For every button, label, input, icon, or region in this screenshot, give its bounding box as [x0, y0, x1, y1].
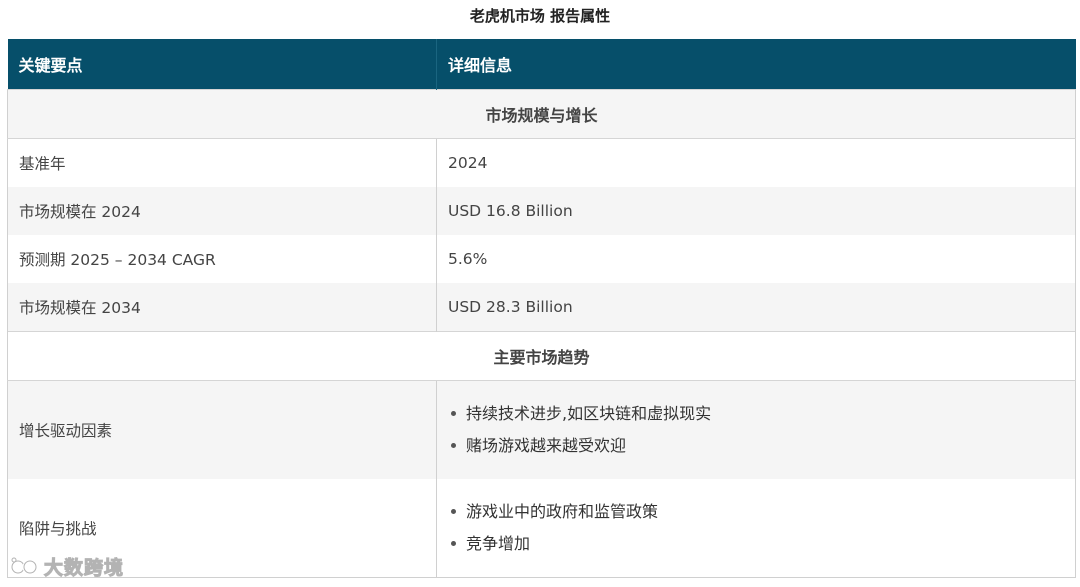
table-header-row: 关键要点 详细信息 [7, 39, 1076, 90]
row-value-list: 持续技术进步,如区块链和虚拟现实 赌场游戏越来越受欢迎 [436, 380, 1076, 479]
list-item: 赌场游戏越来越受欢迎 [451, 430, 1064, 462]
table-row: 市场规模在 2024 USD 16.8 Billion [7, 187, 1076, 235]
row-key: 市场规模在 2034 [7, 283, 437, 332]
section-header-row: 市场规模与增长 [7, 89, 1076, 139]
brand-logo-icon [10, 557, 38, 574]
section-header-row: 主要市场趋势 [7, 331, 1076, 381]
row-key: 预测期 2025 – 2034 CAGR [7, 235, 437, 283]
bullet-list: 游戏业中的政府和监管政策 竞争增加 [448, 496, 1064, 560]
table-row: 市场规模在 2034 USD 28.3 Billion [7, 283, 1076, 332]
row-value: USD 16.8 Billion [436, 187, 1076, 235]
section-heading-market-size: 市场规模与增长 [7, 89, 1076, 139]
row-key: 市场规模在 2024 [7, 187, 437, 235]
table-row: 增长驱动因素 持续技术进步,如区块链和虚拟现实 赌场游戏越来越受欢迎 [7, 380, 1076, 479]
row-key: 增长驱动因素 [7, 380, 437, 479]
column-header-details: 详细信息 [436, 39, 1076, 90]
page-title: 老虎机市场 报告属性 [469, 7, 611, 25]
bullet-list: 持续技术进步,如区块链和虚拟现实 赌场游戏越来越受欢迎 [448, 398, 1064, 462]
watermark: 大数跨境 [10, 553, 124, 580]
row-value-list: 游戏业中的政府和监管政策 竞争增加 [436, 479, 1076, 578]
row-value: USD 28.3 Billion [436, 283, 1076, 332]
watermark-text: 大数跨境 [43, 557, 125, 580]
list-item: 游戏业中的政府和监管政策 [451, 496, 1064, 528]
list-item: 竞争增加 [451, 528, 1064, 560]
row-key: 基准年 [7, 138, 437, 187]
table-row: 基准年 2024 [7, 138, 1076, 187]
row-value: 2024 [436, 138, 1076, 187]
list-item: 持续技术进步,如区块链和虚拟现实 [451, 398, 1064, 430]
table-row: 陷阱与挑战 游戏业中的政府和监管政策 竞争增加 [7, 479, 1076, 578]
section-heading-market-trends: 主要市场趋势 [7, 331, 1076, 381]
table-row: 预测期 2025 – 2034 CAGR 5.6% [7, 235, 1076, 283]
column-header-key-points: 关键要点 [7, 39, 437, 90]
report-attributes-table: 关键要点 详细信息 市场规模与增长 基准年 2024 市场规模在 2024 US… [7, 39, 1076, 578]
row-value: 5.6% [436, 235, 1076, 283]
